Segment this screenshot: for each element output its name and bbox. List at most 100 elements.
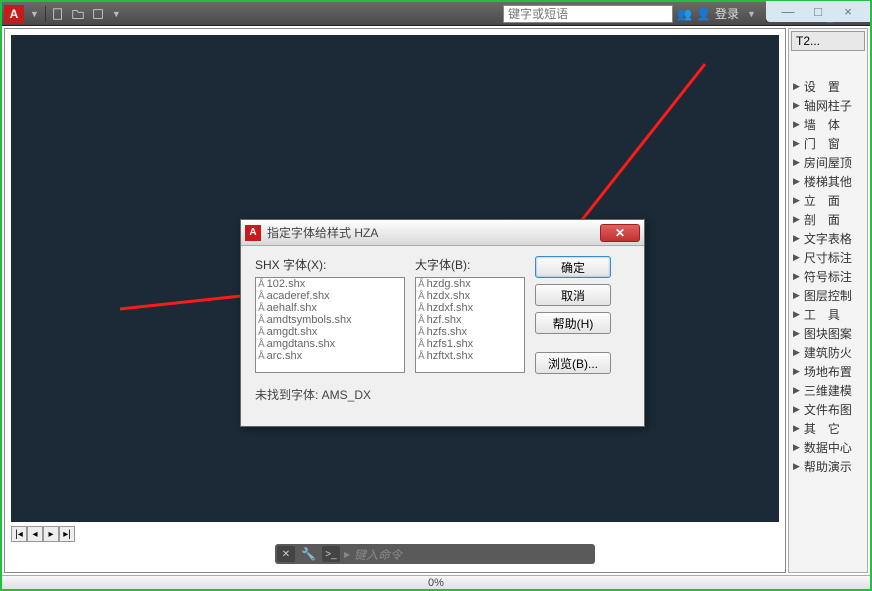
triangle-icon: ▶ (793, 214, 800, 225)
list-item-label: hzftxt.shx (427, 350, 473, 362)
sidebar-item-label: 符号标注 (804, 268, 852, 285)
sidebar-item-label: 场地布置 (804, 363, 852, 380)
sidebar-item[interactable]: ▶三维建模 (789, 381, 867, 400)
sidebar-item[interactable]: ▶场地布置 (789, 362, 867, 381)
login-dropdown-icon[interactable]: ▼ (747, 9, 756, 19)
sidebar-item-label: 立 面 (804, 192, 840, 209)
list-item[interactable]: Åhzdxf.shx (416, 302, 524, 314)
sidebar-item[interactable]: ▶文件布图 (789, 400, 867, 419)
font-file-icon: Å (258, 339, 265, 350)
sidebar-item[interactable]: ▶立 面 (789, 191, 867, 210)
maximize-icon[interactable]: □ (808, 4, 828, 19)
font-file-icon: Å (258, 315, 265, 326)
side-panel: T2... ▶设 置▶轴网柱子▶墙 体▶门 窗▶房间屋顶▶楼梯其他▶立 面▶剖 … (788, 28, 868, 573)
search-input[interactable] (503, 5, 673, 23)
sidebar-item[interactable]: ▶ 房间屋顶 (789, 153, 867, 172)
view-nav-arrows[interactable]: |◂ ◂ ▸ ▸| (11, 526, 75, 542)
close-icon[interactable]: × (838, 4, 858, 19)
sidebar-item[interactable]: ▶文字表格 (789, 229, 867, 248)
toolbar-dropdown-icon[interactable]: ▼ (112, 9, 121, 19)
list-item[interactable]: Åaehalf.shx (256, 302, 404, 314)
font-file-icon: Å (418, 291, 425, 302)
cmd-close-icon[interactable]: ✕ (277, 546, 295, 562)
list-item[interactable]: Åhzftxt.shx (416, 350, 524, 362)
big-font-listbox[interactable]: Åhzdg.shxÅhzdx.shxÅhzdxf.shxÅhzf.shxÅhzf… (415, 277, 525, 373)
cancel-button[interactable]: 取消 (535, 284, 611, 306)
list-item[interactable]: Åamgdt.shx (256, 326, 404, 338)
font-file-icon: Å (258, 291, 265, 302)
sidebar-item[interactable]: ▶轴网柱子 (789, 96, 867, 115)
dialog-close-button[interactable]: ✕ (600, 224, 640, 242)
sidebar-item[interactable]: ▶图层控制 (789, 286, 867, 305)
list-item[interactable]: Åhzdx.shx (416, 290, 524, 302)
sidebar-item[interactable]: ▶ 数据中心 (789, 438, 867, 457)
triangle-icon: ▶ (793, 138, 800, 149)
user-login[interactable]: 👥 👤 登录 ▼ (677, 5, 760, 22)
list-item[interactable]: Åamdtsymbols.shx (256, 314, 404, 326)
wrench-icon[interactable]: 🔧 (301, 547, 316, 561)
list-item[interactable]: Åamgdtans.shx (256, 338, 404, 350)
list-item[interactable]: Åhzfs1.shx (416, 338, 524, 350)
persons-icon: 👥 (677, 7, 692, 21)
save-file-icon[interactable] (88, 5, 108, 23)
app-logo-icon[interactable]: A (4, 5, 24, 23)
help-button[interactable]: 帮助(H) (535, 312, 611, 334)
ok-button[interactable]: 确定 (535, 256, 611, 278)
sidebar-item-label: 数据中心 (804, 439, 852, 456)
font-file-icon: Å (258, 351, 265, 362)
sidebar-item[interactable]: ▶墙 体 (789, 115, 867, 134)
triangle-icon: ▶ (793, 404, 800, 415)
command-bar[interactable]: ✕ 🔧 >_ ▸ 键入命令 (275, 544, 595, 564)
list-item-label: hzdg.shx (427, 278, 471, 290)
list-item[interactable]: Å102.shx (256, 278, 404, 290)
triangle-icon: ▶ (793, 271, 800, 282)
sidebar-item[interactable]: ▶楼梯其他 (789, 172, 867, 191)
nav-next-icon[interactable]: ▸ (43, 526, 59, 542)
side-tab[interactable]: T2... (791, 31, 865, 51)
sidebar-item[interactable]: ▶图块图案 (789, 324, 867, 343)
nav-first-icon[interactable]: |◂ (11, 526, 27, 542)
list-item[interactable]: Åhzdg.shx (416, 278, 524, 290)
status-bar: 0% (2, 575, 870, 589)
triangle-icon: ▶ (793, 81, 800, 92)
nav-last-icon[interactable]: ▸| (59, 526, 75, 542)
nav-prev-icon[interactable]: ◂ (27, 526, 43, 542)
list-item[interactable]: Åarc.shx (256, 350, 404, 362)
sidebar-item[interactable]: ▶ 剖 面 (789, 210, 867, 229)
new-file-icon[interactable] (48, 5, 68, 23)
list-item[interactable]: Åacaderef.shx (256, 290, 404, 302)
font-file-icon: Å (418, 339, 425, 350)
sidebar-item[interactable]: ▶门 窗 (789, 134, 867, 153)
sidebar-item[interactable]: ▶工 具 (789, 305, 867, 324)
open-file-icon[interactable] (68, 5, 88, 23)
triangle-icon: ▶ (793, 442, 800, 453)
logo-dropdown-icon[interactable]: ▼ (30, 9, 39, 19)
sidebar-item[interactable]: ▶帮助演示 (789, 457, 867, 476)
list-item[interactable]: Åhzf.shx (416, 314, 524, 326)
sidebar-item[interactable]: ▶尺寸标注 (789, 248, 867, 267)
list-item[interactable]: Åhzfs.shx (416, 326, 524, 338)
shx-font-listbox[interactable]: Å102.shxÅacaderef.shxÅaehalf.shxÅamdtsym… (255, 277, 405, 373)
sidebar-item[interactable]: ▶建筑防火 (789, 343, 867, 362)
font-file-icon: Å (258, 303, 265, 314)
dialog-titlebar[interactable]: A 指定字体给样式 HZA ✕ (241, 220, 644, 246)
sidebar-item[interactable]: ▶ 符号标注 (789, 267, 867, 286)
sidebar-item[interactable]: ▶其 它 (789, 419, 867, 438)
triangle-icon: ▶ (793, 176, 800, 187)
sidebar-item-label: 文字表格 (804, 230, 852, 247)
sidebar-item-label: 剖 面 (804, 211, 840, 228)
browse-button[interactable]: 浏览(B)... (535, 352, 611, 374)
dialog-logo-icon: A (245, 225, 261, 241)
sidebar-item-label: 工 具 (804, 306, 840, 323)
triangle-icon: ▶ (793, 290, 800, 301)
font-file-icon: Å (418, 315, 425, 326)
sidebar-item-label: 三维建模 (804, 382, 852, 399)
font-file-icon: Å (418, 303, 425, 314)
search-box[interactable] (503, 5, 673, 23)
minimize-icon[interactable]: — (778, 4, 798, 19)
drawing-canvas[interactable]: |◂ ◂ ▸ ▸| ✕ 🔧 >_ ▸ 键入命令 (4, 28, 786, 573)
triangle-icon: ▶ (793, 157, 800, 168)
sidebar-item-label: 房间屋顶 (804, 154, 852, 171)
sidebar-item[interactable]: ▶设 置 (789, 77, 867, 96)
list-item-label: arc.shx (267, 350, 302, 362)
